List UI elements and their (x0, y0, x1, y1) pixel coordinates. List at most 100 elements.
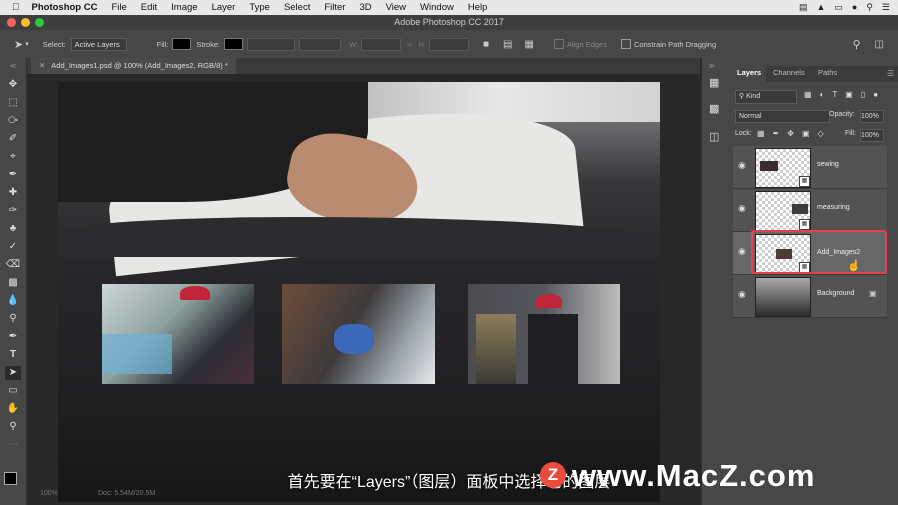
user-icon[interactable]: ● (852, 2, 857, 13)
search-icon[interactable]: ⚲ (866, 2, 873, 13)
lock-all-icon[interactable]: ◇ (818, 129, 832, 138)
menu-layer[interactable]: Layer (212, 2, 236, 13)
menu-edit[interactable]: Edit (141, 2, 157, 13)
move-tool-icon[interactable]: ✥ (5, 78, 21, 92)
menu-view[interactable]: View (386, 2, 406, 13)
stroke-type-dropdown[interactable] (299, 37, 342, 51)
eyedropper-icon[interactable]: ✒ (5, 168, 21, 182)
eraser-icon[interactable]: ⌫ (5, 258, 21, 272)
menu-help[interactable]: Help (468, 2, 488, 13)
visibility-eye-icon[interactable]: ◉ (738, 160, 746, 171)
shape-filter-icon[interactable]: ▣ (845, 90, 861, 99)
libraries-icon[interactable]: ◫ (709, 130, 719, 143)
blend-mode-dropdown[interactable]: Normal (735, 110, 830, 123)
lock-pixels-icon[interactable]: ✒ (773, 129, 788, 138)
width-field[interactable] (361, 37, 402, 51)
layer-row-sewing[interactable]: ◉ ▦ sewing (733, 146, 887, 189)
close-tab-icon[interactable]: ✕ (39, 61, 45, 70)
lock-artboard-icon[interactable]: ▣ (802, 129, 818, 138)
opacity-field[interactable]: 100% (860, 110, 884, 123)
menu-select[interactable]: Select (284, 2, 310, 13)
battery-icon[interactable]: ▭ (834, 2, 843, 13)
path-selection-icon[interactable]: ➤ (5, 366, 21, 380)
clone-stamp-icon[interactable]: ♣ (5, 222, 21, 236)
close-icon[interactable] (7, 18, 16, 27)
menu-image[interactable]: Image (171, 2, 197, 13)
move-tool-icon[interactable]: ➤ (14, 38, 23, 51)
visibility-eye-icon[interactable]: ◉ (738, 203, 746, 214)
quick-select-icon[interactable]: ✐ (5, 132, 21, 146)
type-filter-icon[interactable]: T (832, 90, 845, 99)
stroke-width-field[interactable] (247, 37, 296, 51)
align-edges-label: Align Edges (566, 39, 607, 49)
workspace-icon[interactable]: ◫ (875, 39, 884, 50)
lock-position-icon[interactable]: ✥ (787, 129, 802, 138)
pixel-filter-icon[interactable]: ▦ (804, 90, 820, 99)
lock-transparent-icon[interactable]: ▦ (757, 129, 773, 138)
fill-swatch[interactable] (172, 38, 192, 50)
list-icon[interactable]: ☰ (882, 2, 890, 13)
visibility-eye-icon[interactable]: ◉ (738, 289, 746, 300)
align-edges-checkbox[interactable] (553, 39, 564, 49)
menu-filter[interactable]: Filter (324, 2, 345, 13)
link-icon[interactable]: ∞ (407, 40, 412, 49)
more-tools-icon[interactable]: ⋯ (5, 438, 21, 452)
crop-tool-icon[interactable]: ⌖ (5, 150, 21, 164)
menu-3d[interactable]: 3D (359, 2, 371, 13)
lasso-tool-icon[interactable]: ⧂ (5, 114, 21, 128)
adjustment-filter-icon[interactable]: ◐ (820, 90, 833, 99)
brush-tool-icon[interactable]: ✑ (5, 204, 21, 218)
rectangle-tool-icon[interactable]: ▭ (5, 384, 21, 398)
wifi-icon[interactable]: ▲ (816, 2, 825, 13)
hand-tool-icon[interactable]: ✋ (5, 402, 21, 416)
pen-tool-icon[interactable]: ✒ (5, 330, 21, 344)
layer-row-background[interactable]: ◉ Background ▣ (733, 275, 887, 318)
history-brush-icon[interactable]: ✓ (5, 240, 21, 254)
tab-paths[interactable]: Paths (818, 68, 837, 77)
filter-toggle-icon[interactable]: ● (873, 90, 886, 99)
menu-type[interactable]: Type (249, 2, 270, 13)
properties-icon[interactable]: ▩ (709, 102, 719, 115)
tab-layers[interactable]: Layers (737, 68, 761, 77)
kind-filter-dropdown[interactable]: ⚲ Kind (735, 90, 797, 104)
minimize-icon[interactable] (21, 18, 30, 27)
constrain-checkbox[interactable] (620, 39, 631, 49)
collapse-icon[interactable]: ≪ (5, 60, 21, 74)
apple-icon[interactable]:  (12, 2, 20, 13)
path-operations-icon[interactable]: ■ (483, 39, 489, 50)
app-menu[interactable]: Photoshop CC (32, 2, 98, 13)
expand-icon[interactable]: ≫ (708, 62, 715, 70)
smart-object-filter-icon[interactable]: ▯ (861, 90, 873, 99)
mac-menubar:  Photoshop CC File Edit Image Layer Typ… (0, 0, 898, 15)
search-icon[interactable]: ⚲ (852, 38, 860, 51)
type-tool-icon[interactable]: T (5, 348, 21, 362)
menu-window[interactable]: Window (420, 2, 454, 13)
layer-thumbnail: ▦ (755, 191, 811, 231)
layer-row-measuring[interactable]: ◉ ▦ measuring (733, 189, 887, 232)
document-canvas[interactable] (58, 82, 660, 502)
select-dropdown[interactable]: Active Layers (70, 37, 127, 51)
chevron-down-icon[interactable]: ▾ (25, 40, 29, 48)
height-field[interactable] (429, 37, 469, 51)
blur-tool-icon[interactable]: 💧 (5, 294, 21, 308)
layer-name: measuring (817, 204, 850, 211)
watermark-logo: Z (540, 462, 566, 488)
video-icon[interactable]: ▤ (799, 2, 808, 13)
path-alignment-icon[interactable]: ▤ (503, 39, 512, 50)
gradient-tool-icon[interactable]: ▩ (5, 276, 21, 290)
marquee-tool-icon[interactable]: ⬚ (5, 96, 21, 110)
path-arrangement-icon[interactable]: ▦ (525, 39, 534, 50)
healing-brush-icon[interactable]: ✚ (5, 186, 21, 200)
stroke-swatch[interactable] (224, 38, 244, 50)
menu-file[interactable]: File (111, 2, 126, 13)
history-icon[interactable]: ▦ (709, 76, 719, 89)
zoom-icon[interactable] (35, 18, 44, 27)
panel-menu-icon[interactable]: ☰ (887, 69, 894, 78)
photo-measuring (468, 284, 620, 384)
tab-channels[interactable]: Channels (773, 68, 805, 77)
visibility-eye-icon[interactable]: ◉ (738, 246, 746, 257)
fill-field[interactable]: 100% (860, 129, 884, 142)
zoom-tool-icon[interactable]: ⚲ (5, 420, 21, 434)
document-tab[interactable]: ✕ Add_Images1.psd @ 100% (Add_Images2, RG… (31, 58, 236, 74)
dodge-tool-icon[interactable]: ⚲ (5, 312, 21, 326)
